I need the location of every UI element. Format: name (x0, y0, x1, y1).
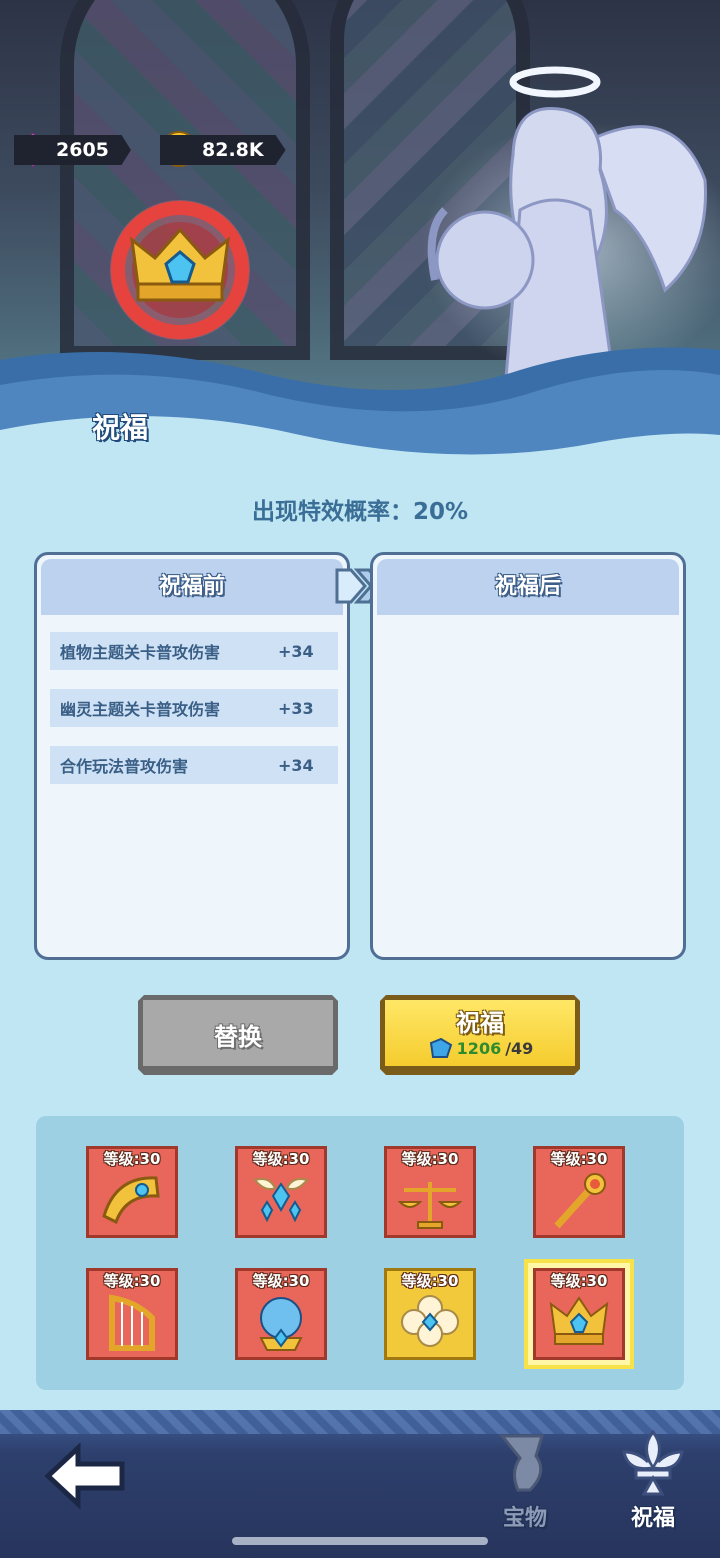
flower-charm-icon (401, 1295, 459, 1347)
page-title: 祝福 (92, 411, 149, 444)
coin-value: 82.8K (160, 135, 286, 165)
stat-value: +34 (278, 755, 314, 775)
after-blessing-panel: 祝福后 (370, 552, 686, 960)
before-blessing-panel: 祝福前 植物主题关卡普攻伤害 +34 幽灵主题关卡普攻伤害 +33 合作玩法普攻… (34, 552, 350, 960)
blessing-stone-icon (429, 1037, 452, 1058)
before-panel-title: 祝福前 (41, 559, 343, 615)
bless-cost-have: 1206 (456, 1038, 502, 1058)
stat-row: 植物主题关卡普攻伤害 +34 (50, 632, 338, 670)
treasure-level: 等级:30 (103, 1272, 161, 1290)
selected-treasure-badge (110, 200, 250, 340)
stat-name: 植物主题关卡普攻伤害 (60, 643, 221, 662)
treasure-level: 等级:30 (252, 1150, 310, 1168)
treasure-tile-selected[interactable]: 等级:30 (524, 1259, 634, 1369)
bless-button[interactable]: 祝福 1206 /49 (380, 995, 580, 1075)
stat-row: 幽灵主题关卡普攻伤害 +33 (50, 689, 338, 727)
treasure-level: 等级:30 (401, 1272, 459, 1290)
home-indicator[interactable] (232, 1537, 488, 1545)
replace-button[interactable]: 替换 (138, 995, 338, 1075)
back-arrow-icon[interactable] (44, 1442, 126, 1510)
bless-button-label: 祝福 (456, 1009, 504, 1037)
balance-scale-icon (397, 1182, 463, 1229)
fleur-de-lis-icon (622, 1429, 684, 1496)
treasure-tile[interactable]: 等级:30 (384, 1146, 476, 1238)
gem-value: 2605 (14, 135, 131, 165)
coin-counter: 82.8K (160, 131, 286, 167)
bless-cost-need: /49 (505, 1038, 534, 1058)
treasure-tile[interactable]: 等级:30 (86, 1268, 178, 1360)
nav-blessing[interactable]: 祝福 (608, 1428, 698, 1531)
harp-icon (109, 1294, 155, 1351)
replace-button-label: 替换 (214, 1023, 262, 1051)
winged-earrings-icon (253, 1178, 309, 1223)
scepter-icon (554, 1173, 606, 1229)
bless-cost: 1206 /49 (380, 1037, 580, 1059)
crystal-orb-icon (259, 1297, 303, 1351)
stat-name: 合作玩法普攻伤害 (60, 757, 189, 776)
treasure-level: 等级:30 (550, 1150, 608, 1168)
nav-treasure[interactable]: 宝物 (480, 1428, 570, 1531)
stat-value: +33 (278, 698, 314, 718)
nav-treasure-label: 宝物 (502, 1506, 547, 1531)
crown-icon (549, 1296, 609, 1345)
stat-value: +34 (278, 641, 314, 661)
treasure-level: 等级:30 (401, 1150, 459, 1168)
treasure-tile[interactable]: 等级:30 (235, 1268, 327, 1360)
treasure-grid: 等级:30 等级:30 等级:30 等级:30 等级:30 等级:30 等级:3… (36, 1116, 684, 1390)
treasure-horn-icon (498, 1434, 545, 1492)
after-panel-title: 祝福后 (377, 559, 679, 615)
treasure-level: 等级:30 (103, 1150, 161, 1168)
nav-blessing-label: 祝福 (630, 1506, 675, 1531)
effect-chance-text: 出现特效概率：20% (251, 499, 469, 525)
stat-name: 幽灵主题关卡普攻伤害 (60, 700, 221, 719)
gem-counter: 2605 (14, 132, 131, 168)
treasure-tile[interactable]: 等级:30 (86, 1146, 178, 1238)
wave-divider (0, 347, 720, 480)
treasure-tile[interactable]: 等级:30 (235, 1146, 327, 1238)
stat-row: 合作玩法普攻伤害 +34 (50, 746, 338, 784)
treasure-level: 等级:30 (550, 1272, 608, 1290)
treasure-level: 等级:30 (252, 1272, 310, 1290)
treasure-tile[interactable]: 等级:30 (533, 1146, 625, 1238)
horn-icon (102, 1176, 160, 1225)
treasure-tile[interactable]: 等级:30 (384, 1268, 476, 1360)
